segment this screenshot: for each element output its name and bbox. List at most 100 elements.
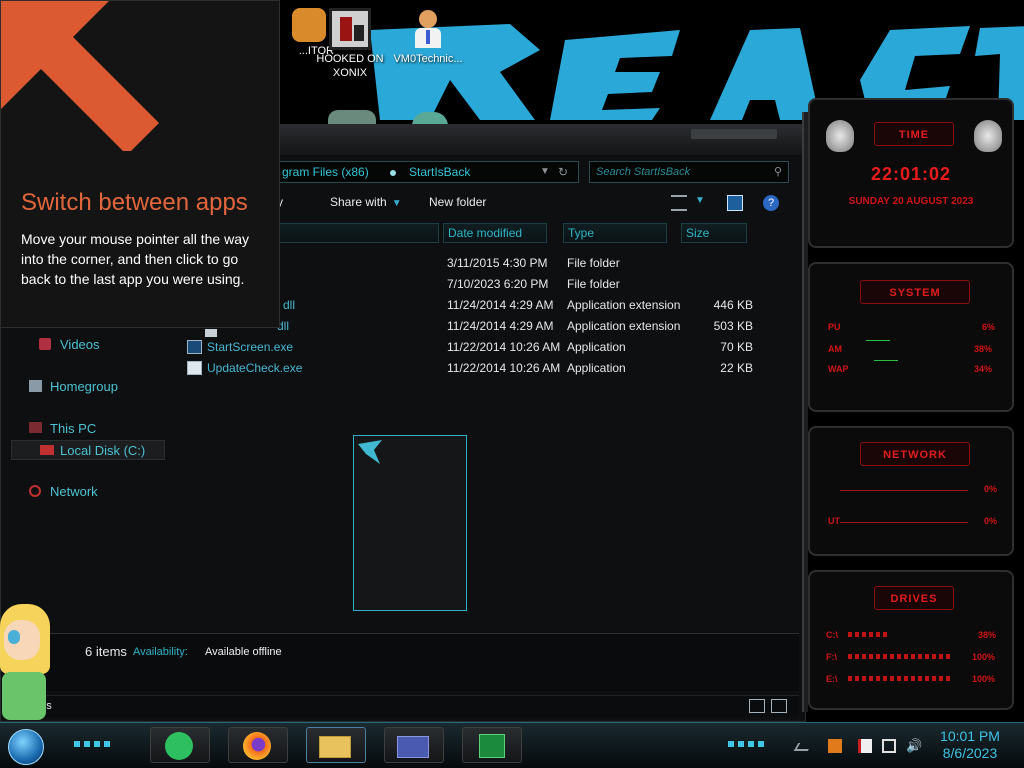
firefox-icon xyxy=(243,732,271,760)
chevron-down-icon: ▼ xyxy=(391,198,402,209)
control-panel-icon xyxy=(397,736,429,758)
file-date: 11/22/2014 10:26 AM xyxy=(447,361,561,375)
volume-icon[interactable]: 🔊 xyxy=(906,739,922,753)
column-headers: Date modified Type Size xyxy=(271,223,761,243)
drives-gadget[interactable]: DRIVES C:\ 38% F:\ 100% E:\ 100% xyxy=(808,570,1014,710)
nav-label: Local Disk (C:) xyxy=(60,443,146,458)
breadcrumb-program-files[interactable]: gram Files (x86) xyxy=(282,165,369,179)
large-icons-view-icon[interactable] xyxy=(771,699,787,713)
nav-item-homegroup[interactable]: Homegroup xyxy=(29,377,118,397)
nav-label: Homegroup xyxy=(50,379,118,394)
address-bar[interactable]: gram Files (x86) StartIsBack ▼ ↻ xyxy=(261,161,579,183)
share-with-label: Share with xyxy=(330,195,387,209)
ram-label: AM xyxy=(828,344,842,354)
network-status-icon[interactable] xyxy=(882,739,896,753)
network-in-value: 0% xyxy=(984,484,998,494)
network-gadget-title: NETWORK xyxy=(860,442,970,466)
action-center-flag-icon[interactable] xyxy=(858,739,872,753)
taskbar: 🔊 10:01 PM 8/6/2023 xyxy=(0,722,1024,768)
file-size: 503 KB xyxy=(713,319,753,333)
swap-value: 34% xyxy=(974,364,993,374)
system-gadget-title: SYSTEM xyxy=(860,280,970,304)
taskbar-app-control-panel[interactable] xyxy=(384,727,444,763)
file-type: Application xyxy=(567,340,626,354)
startisback-logo-icon xyxy=(358,440,382,464)
chevron-down-icon[interactable]: ▼ xyxy=(695,195,705,206)
preview-thumbnail xyxy=(353,435,467,611)
drive-c-value: 38% xyxy=(978,630,997,640)
taskbar-app-task-manager[interactable] xyxy=(462,727,522,763)
new-folder-button[interactable]: New folder xyxy=(429,195,486,209)
xonix-game-icon xyxy=(329,8,371,50)
chevron-down-icon[interactable]: ▼ xyxy=(540,162,550,182)
column-header-date-modified[interactable]: Date modified xyxy=(443,223,547,243)
nav-label: Videos xyxy=(60,337,100,352)
column-header-size[interactable]: Size xyxy=(681,223,747,243)
desktop-icon-vm0technic[interactable]: VM0Technic... xyxy=(390,8,466,66)
nav-item-videos[interactable]: Videos xyxy=(39,335,100,355)
drive-f-usage-bar xyxy=(848,654,952,659)
taskbar-app-notes[interactable] xyxy=(150,727,210,763)
nav-item-this-pc[interactable]: This PC xyxy=(29,419,96,439)
network-icon xyxy=(29,485,41,497)
folder-icon xyxy=(319,736,351,758)
desktop-icon-hooked-on-xonix[interactable]: HOOKED ON XONIX xyxy=(312,8,388,80)
network-in-graph-line xyxy=(840,490,968,491)
taskbar-app-firefox[interactable] xyxy=(228,727,288,763)
character-sticker xyxy=(0,598,58,722)
ram-value: 38% xyxy=(974,344,993,354)
taskbar-app-file-explorer[interactable] xyxy=(306,727,366,763)
ram-graph-line xyxy=(866,340,890,341)
details-view-icon[interactable] xyxy=(749,699,765,713)
table-row[interactable]: StartScreen.exe 11/22/2014 10:26 AM Appl… xyxy=(181,337,781,358)
file-size: 22 KB xyxy=(720,361,753,375)
start-orb-button[interactable] xyxy=(8,729,44,765)
nav-label: This PC xyxy=(50,421,97,436)
taskbar-clock[interactable]: 10:01 PM 8/6/2023 xyxy=(928,728,1012,762)
java-update-icon[interactable] xyxy=(828,739,842,753)
file-type: File folder xyxy=(567,256,620,270)
file-date: 11/24/2014 4:29 AM xyxy=(447,298,554,312)
refresh-icon[interactable]: ↻ xyxy=(558,162,568,182)
taskbar-deco-left xyxy=(74,741,114,747)
breadcrumb-startisback[interactable]: StartIsBack xyxy=(409,162,470,182)
drive-c-label: C:\ xyxy=(826,630,838,640)
alien-head-icon xyxy=(974,120,1002,152)
table-row[interactable]: UpdateCheck.exe 11/22/2014 10:26 AM Appl… xyxy=(181,358,781,379)
time-gadget-clock: 22:01:02 xyxy=(870,164,952,184)
preview-pane-icon[interactable] xyxy=(727,195,743,211)
share-with-button[interactable]: Share with ▼ xyxy=(330,195,402,209)
availability-value: Available offline xyxy=(205,646,282,658)
file-name: UpdateCheck.exe xyxy=(207,361,303,375)
drives-gadget-title: DRIVES xyxy=(874,586,954,610)
file-size: 446 KB xyxy=(713,298,753,312)
details-pane: 6 items Availability: Available offline xyxy=(9,633,799,691)
system-gadget[interactable]: SYSTEM PU 6% AM 38% WAP 34% xyxy=(808,262,1014,412)
application-icon xyxy=(187,361,202,375)
help-icon[interactable]: ? xyxy=(763,195,779,211)
drive-e-usage-bar xyxy=(848,676,952,681)
dll-file-icon xyxy=(205,329,217,337)
search-icon[interactable]: ⚲ xyxy=(774,162,782,182)
clock-date: 8/6/2023 xyxy=(942,745,998,761)
network-gadget[interactable]: NETWORK 0% UT 0% xyxy=(808,426,1014,556)
system-gadgets: TIME 22:01:02 SUNDAY 20 AUGUST 2023 SYST… xyxy=(796,92,1024,722)
breadcrumb-separator-icon xyxy=(390,170,396,176)
nav-item-local-disk[interactable]: Local Disk (C:) xyxy=(11,440,165,460)
file-name: dll xyxy=(283,298,296,312)
view-options-icon[interactable] xyxy=(671,195,687,211)
window-controls[interactable] xyxy=(691,129,777,139)
time-gadget[interactable]: TIME 22:01:02 SUNDAY 20 AUGUST 2023 xyxy=(808,98,1014,248)
taskbar-deco-right xyxy=(728,741,768,747)
column-header-name[interactable] xyxy=(271,223,439,243)
column-header-type[interactable]: Type xyxy=(563,223,667,243)
show-hidden-icons-icon[interactable] xyxy=(793,743,813,751)
new-folder-label: New folder xyxy=(429,195,487,209)
search-input[interactable]: Search StartIsBack ⚲ xyxy=(589,161,789,183)
nav-item-network[interactable]: Network xyxy=(29,482,98,502)
desktop: ...ITOR HOOKED ON XONIX VM0Technic... gr… xyxy=(0,0,1024,768)
drive-e-label: E:\ xyxy=(826,674,838,684)
clock-time: 10:01 PM xyxy=(940,728,1000,744)
network-out-label: UT xyxy=(828,516,840,526)
availability-label: Availability: xyxy=(133,646,188,658)
